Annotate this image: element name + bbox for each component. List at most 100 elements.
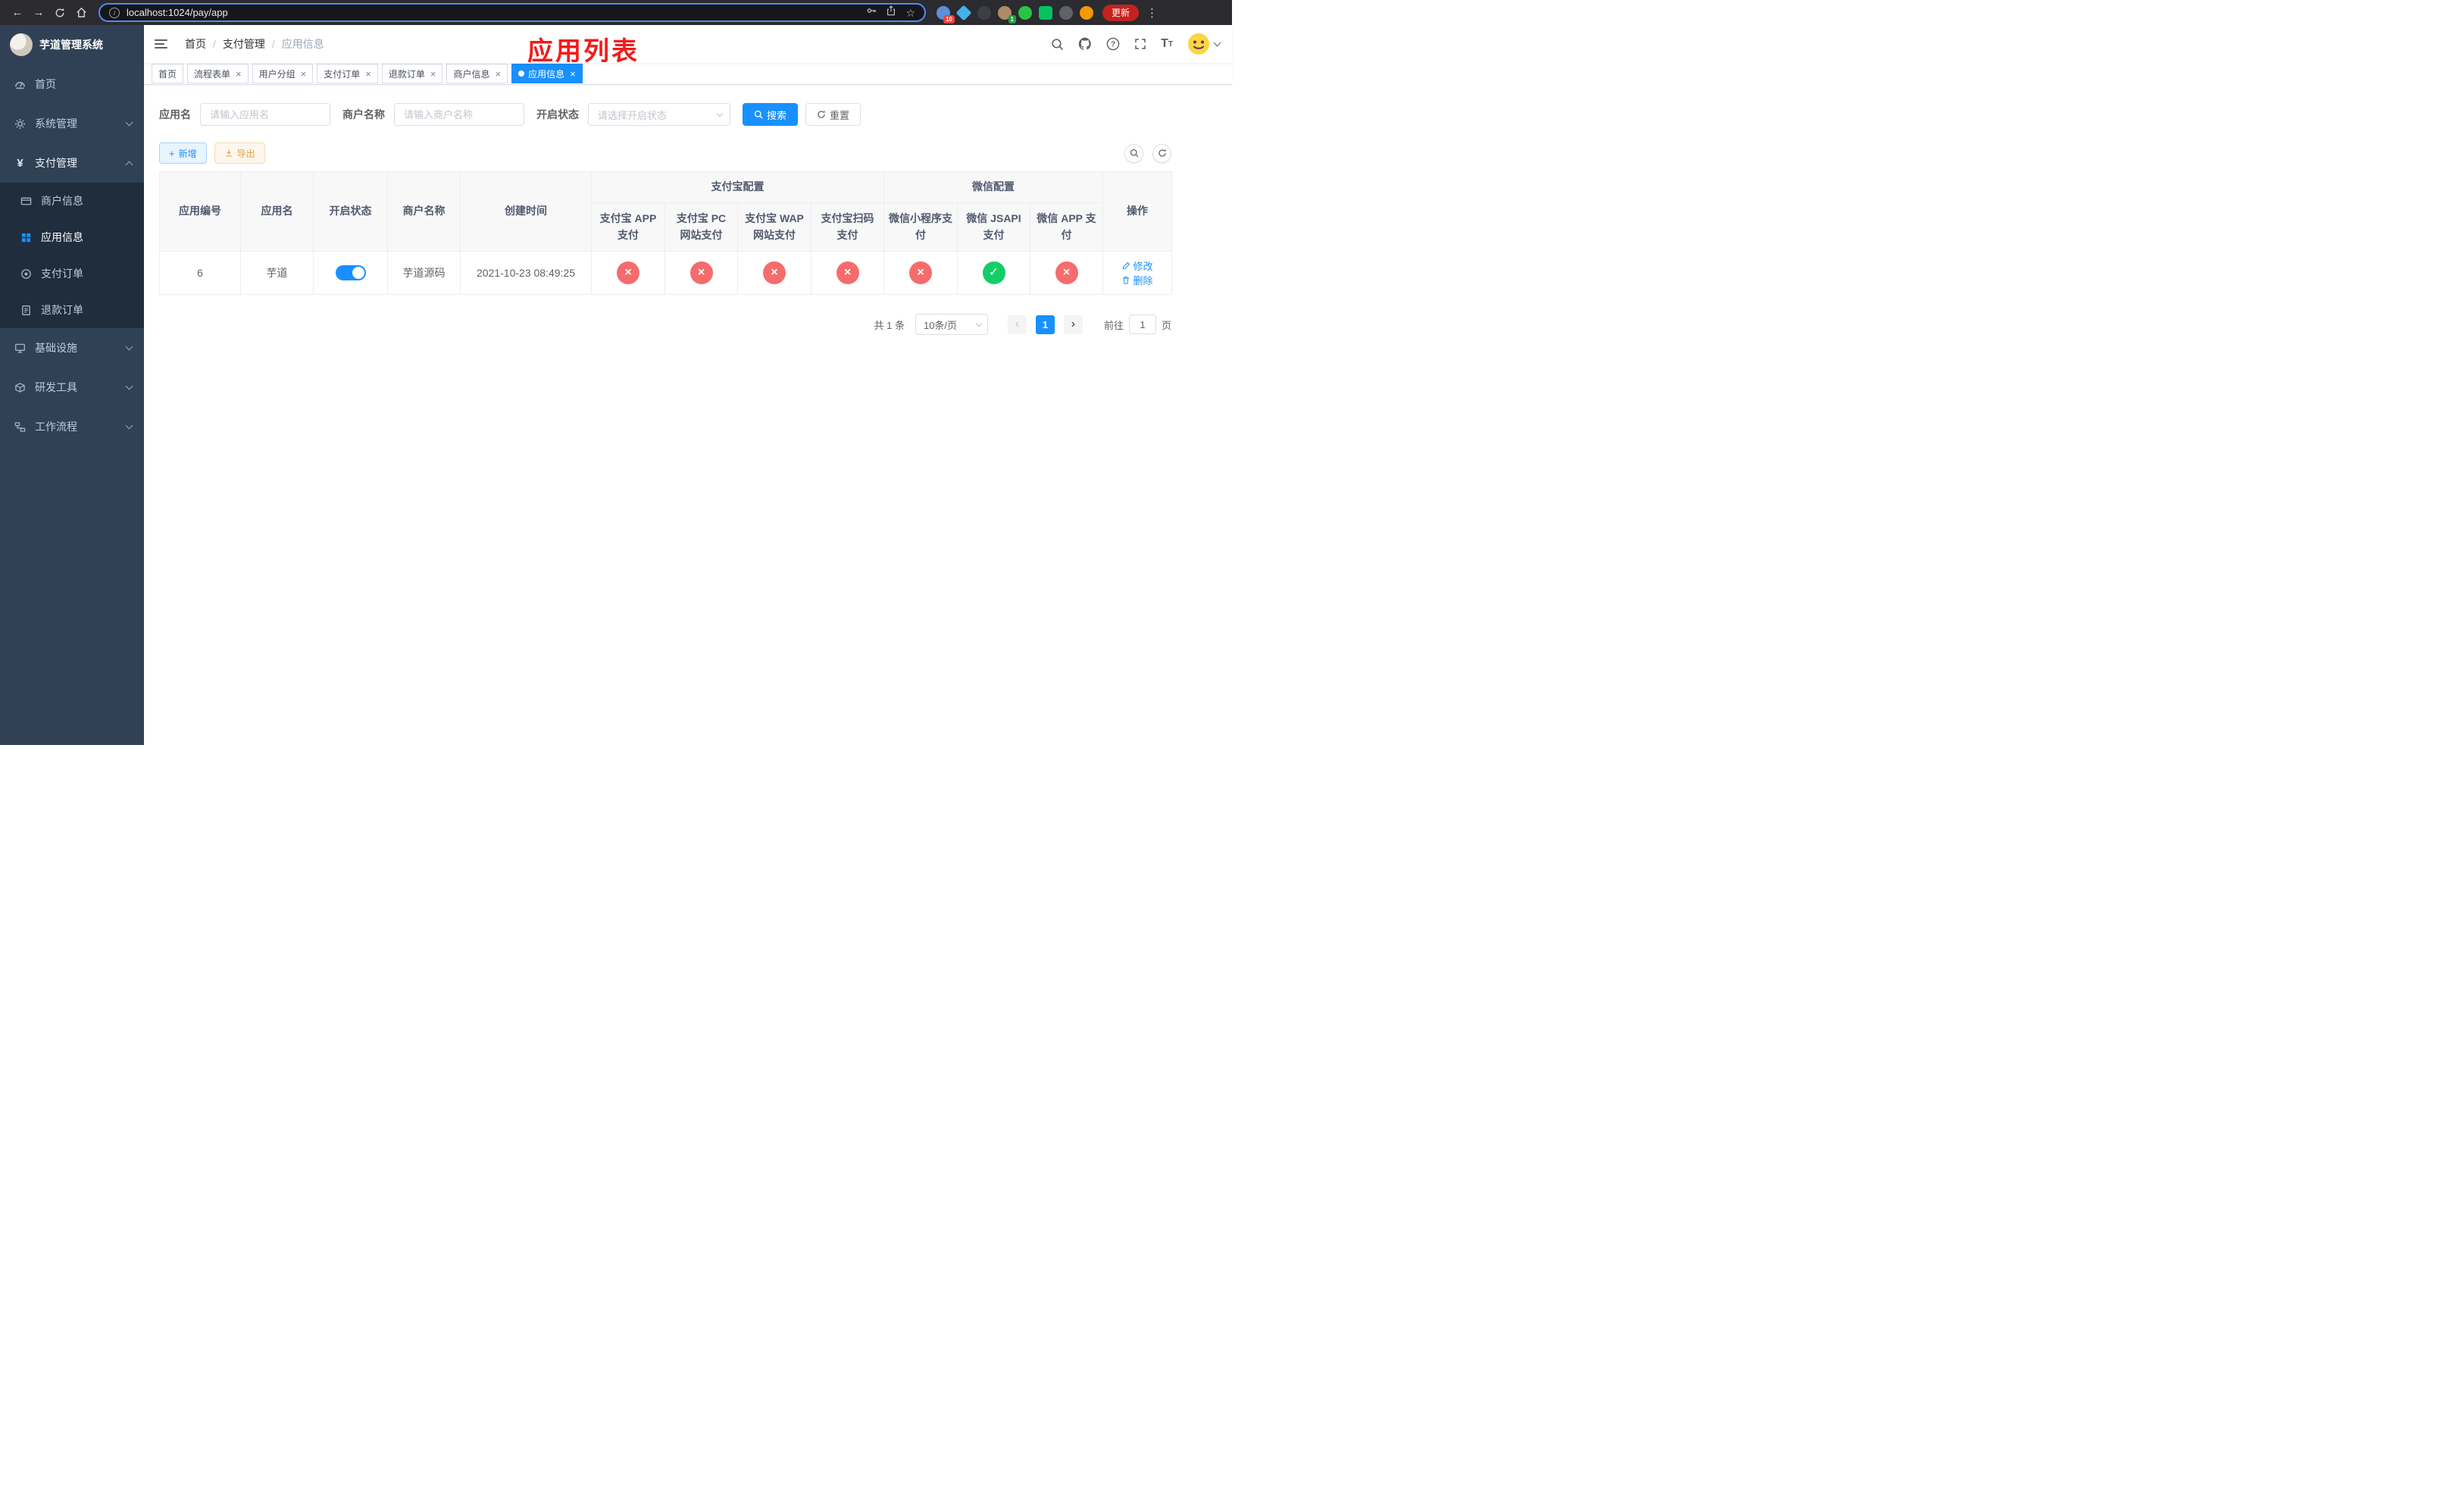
tab-pay-order[interactable]: 支付订单 × xyxy=(317,64,378,83)
reset-button[interactable]: 重置 xyxy=(805,103,861,126)
navbar-actions: ? TT xyxy=(1051,33,1232,55)
search-icon[interactable] xyxy=(1051,38,1064,51)
sidebar-item-system[interactable]: 系统管理 xyxy=(0,104,144,143)
page-size-select[interactable]: 10条/页 xyxy=(915,314,988,335)
sidebar-toggle-button[interactable] xyxy=(155,33,177,55)
sidebar: 芋道管理系统 首页 系统管理 ¥ 支付管理 商户信息 应用信息 支付订单 退款订单 基础设施 研发… xyxy=(0,25,144,745)
browser-extension-icon[interactable] xyxy=(1018,5,1032,20)
channel-status-cell: × xyxy=(883,251,958,295)
sidebar-item-pay-order[interactable]: 支付订单 xyxy=(0,255,144,292)
disabled-cross-icon: × xyxy=(1055,261,1078,284)
tab-merchant-info[interactable]: 商户信息 × xyxy=(446,64,508,83)
url-text: localhost:1024/pay/app xyxy=(127,7,228,18)
browser-extension-icon[interactable]: 10 xyxy=(937,5,955,23)
cell-status xyxy=(313,251,388,295)
close-icon[interactable]: × xyxy=(570,69,576,79)
help-icon[interactable]: ? xyxy=(1106,37,1120,51)
github-icon[interactable] xyxy=(1078,37,1092,51)
sidebar-item-home[interactable]: 首页 xyxy=(0,64,144,104)
tab-label: 流程表单 xyxy=(194,68,231,80)
reload-button[interactable] xyxy=(50,3,70,23)
export-button[interactable]: 导出 xyxy=(214,142,265,164)
forward-button[interactable]: → xyxy=(29,3,48,23)
merchant-name-input[interactable] xyxy=(394,103,524,126)
browser-extension-icon[interactable]: 1 xyxy=(998,5,1016,23)
close-icon[interactable]: × xyxy=(365,69,371,79)
password-key-icon[interactable] xyxy=(866,5,877,20)
breadcrumb-home[interactable]: 首页 xyxy=(185,36,206,52)
sidebar-item-infrastructure[interactable]: 基础设施 xyxy=(0,328,144,368)
status-label: 开启状态 xyxy=(536,108,579,121)
browser-extension-icon[interactable] xyxy=(955,5,972,20)
chevron-down-icon xyxy=(716,110,724,117)
col-header-app-id: 应用编号 xyxy=(159,171,241,252)
add-button[interactable]: + 新增 xyxy=(159,142,207,164)
channel-status-cell: × xyxy=(811,251,884,295)
browser-menu-button[interactable]: ⋮ xyxy=(1146,6,1158,20)
sidebar-menu: 首页 系统管理 ¥ 支付管理 商户信息 应用信息 支付订单 退款订单 基础设施 研发工具 工作流程 xyxy=(0,64,144,446)
table-toolbar: + 新增 导出 xyxy=(159,142,1171,164)
browser-extension-icon[interactable] xyxy=(1039,5,1052,20)
close-icon[interactable]: × xyxy=(495,69,501,79)
chevron-down-icon xyxy=(1213,39,1221,46)
bookmark-star-icon[interactable]: ☆ xyxy=(905,8,915,18)
col-header-created: 创建时间 xyxy=(460,171,592,252)
disabled-cross-icon: × xyxy=(617,261,639,284)
fullscreen-icon[interactable] xyxy=(1134,38,1146,50)
close-icon[interactable]: × xyxy=(236,69,242,79)
sidebar-item-workflow[interactable]: 工作流程 xyxy=(0,407,144,446)
back-button[interactable]: ← xyxy=(8,3,27,23)
sidebar-item-merchant-info[interactable]: 商户信息 xyxy=(0,183,144,219)
close-icon[interactable]: × xyxy=(301,69,307,79)
cell-app-name: 芋道 xyxy=(240,251,314,295)
home-button[interactable] xyxy=(71,3,91,23)
browser-extension-icon[interactable] xyxy=(1080,5,1093,20)
app-name-input[interactable] xyxy=(200,103,330,126)
page-number-current[interactable]: 1 xyxy=(1035,315,1055,334)
goto-page-input[interactable] xyxy=(1128,315,1156,334)
close-icon[interactable]: × xyxy=(430,69,436,79)
col-header-app-name: 应用名 xyxy=(240,171,314,252)
edit-link[interactable]: 修改 xyxy=(1121,258,1153,273)
refresh-button[interactable] xyxy=(1152,143,1171,163)
font-size-icon[interactable]: TT xyxy=(1161,37,1173,51)
status-select-placeholder: 请选择开启状态 xyxy=(598,109,668,121)
next-page-button[interactable]: › xyxy=(1063,315,1083,334)
app-title: 芋道管理系统 xyxy=(39,39,103,51)
cell-operations: 修改 删除 xyxy=(1102,251,1172,295)
sidebar-item-dev-tools[interactable]: 研发工具 xyxy=(0,368,144,407)
extensions-area: 10 1 xyxy=(937,5,1093,23)
url-bar[interactable]: i localhost:1024/pay/app ☆ xyxy=(98,3,926,22)
tab-user-group[interactable]: 用户分组 × xyxy=(252,64,314,83)
app-table: 应用编号 应用名 开启状态 商户名称 创建时间 支付宝配置 微信配置 操作 支付… xyxy=(159,171,1172,295)
status-toggle[interactable] xyxy=(335,265,366,280)
tab-app-info[interactable]: 应用信息 × xyxy=(511,64,583,83)
prev-page-button[interactable]: ‹ xyxy=(1007,315,1027,334)
sidebar-item-payment[interactable]: ¥ 支付管理 xyxy=(0,143,144,183)
show-search-toggle-button[interactable] xyxy=(1124,143,1143,163)
channel-status-cell: × xyxy=(591,251,665,295)
breadcrumb-current: 应用信息 xyxy=(281,38,324,50)
chevron-down-icon xyxy=(125,382,133,390)
browser-extension-icon[interactable] xyxy=(977,5,991,20)
site-info-icon[interactable]: i xyxy=(109,7,120,18)
user-menu[interactable] xyxy=(1187,33,1221,55)
col-header-merchant: 商户名称 xyxy=(387,171,461,252)
delete-link[interactable]: 删除 xyxy=(1121,273,1153,287)
share-icon[interactable] xyxy=(886,5,896,20)
status-select[interactable]: 请选择开启状态 xyxy=(588,103,730,126)
col-header-ops: 操作 xyxy=(1102,171,1172,252)
col-header-channel: 支付宝 APP 支付 xyxy=(591,202,665,252)
search-button[interactable]: 搜索 xyxy=(743,103,799,126)
app-logo[interactable]: 芋道管理系统 xyxy=(0,25,144,64)
tab-flow-form[interactable]: 流程表单 × xyxy=(187,64,249,83)
tab-home[interactable]: 首页 xyxy=(152,64,184,83)
sidebar-item-refund-order[interactable]: 退款订单 xyxy=(0,292,144,328)
sidebar-item-app-info[interactable]: 应用信息 xyxy=(0,219,144,255)
tab-refund-order[interactable]: 退款订单 × xyxy=(381,64,443,83)
browser-extension-icon[interactable] xyxy=(1059,5,1073,20)
infra-icon xyxy=(14,343,27,354)
update-button[interactable]: 更新 xyxy=(1102,4,1140,21)
breadcrumb-payment[interactable]: 支付管理 xyxy=(223,36,265,52)
col-header-channel: 微信 JSAPI 支付 xyxy=(957,202,1030,252)
